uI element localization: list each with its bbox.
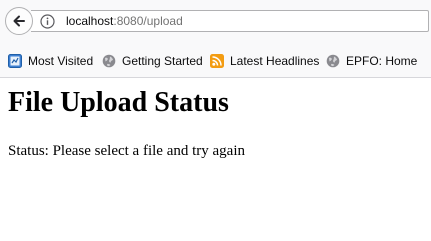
bookmark-label: Getting Started xyxy=(122,54,203,68)
bookmark-most-visited[interactable]: Most Visited xyxy=(8,53,93,69)
bookmark-label: Most Visited xyxy=(28,54,94,68)
bookmark-latest-headlines[interactable]: Latest Headlines xyxy=(210,53,319,69)
bookmark-label: Latest Headlines xyxy=(230,54,320,68)
upload-status-text: Status: Please select a file and try aga… xyxy=(8,143,246,159)
navigation-toolbar: localhost:8080/upload xyxy=(0,0,431,42)
most-visited-icon xyxy=(8,54,22,68)
url-path: :8080/upload xyxy=(113,14,183,28)
globe-icon xyxy=(326,54,340,68)
url-host: localhost xyxy=(66,14,114,28)
bookmark-label: EPFO: Home xyxy=(346,54,418,68)
bookmarks-toolbar: Most Visited Getting Started Latest Head… xyxy=(0,42,431,78)
rss-feed-icon xyxy=(210,54,224,68)
page-title: File Upload Status xyxy=(8,87,229,118)
back-button[interactable] xyxy=(5,7,33,35)
globe-icon xyxy=(102,54,116,68)
back-arrow-icon xyxy=(13,15,25,27)
url-text[interactable]: localhost:8080/upload xyxy=(66,14,183,28)
bookmark-getting-started[interactable]: Getting Started xyxy=(102,53,203,69)
url-bar[interactable]: localhost:8080/upload xyxy=(31,10,429,32)
bookmark-epfo-home[interactable]: EPFO: Home xyxy=(326,53,417,69)
info-icon[interactable] xyxy=(40,14,55,34)
